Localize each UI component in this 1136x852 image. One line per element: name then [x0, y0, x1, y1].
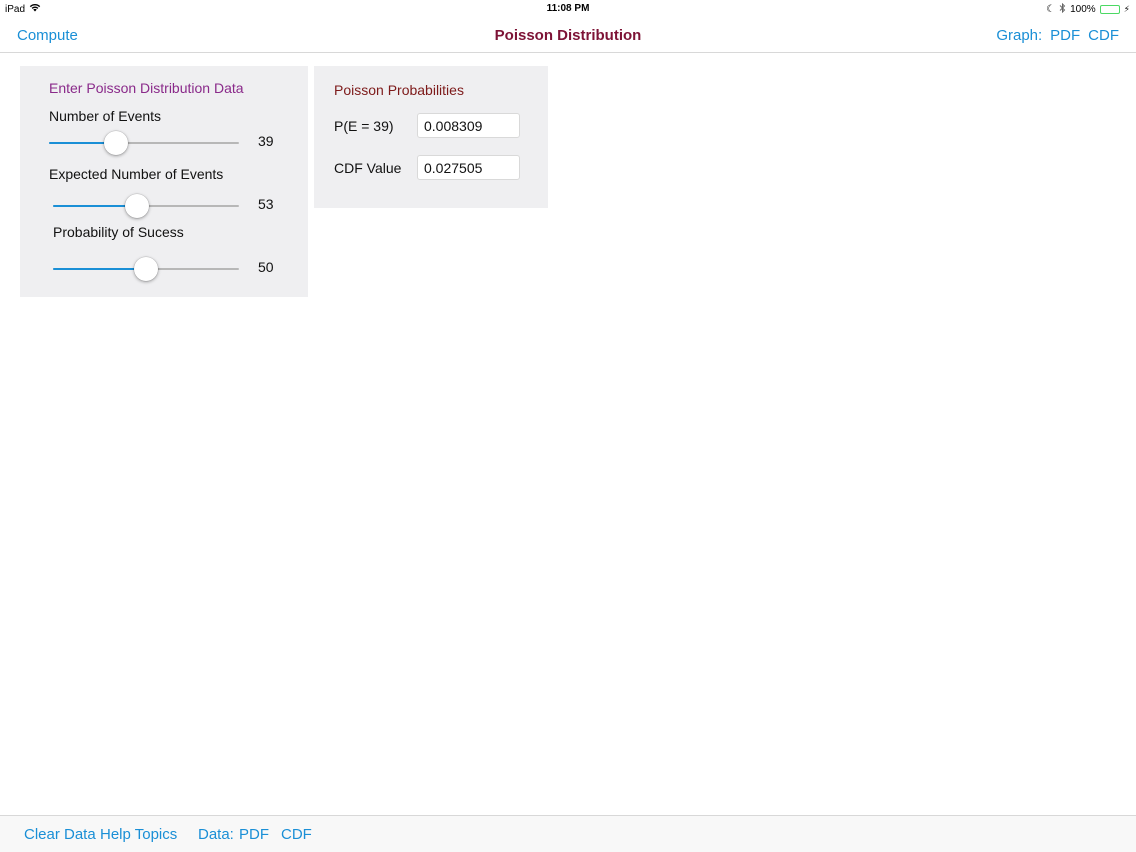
- input-panel-heading: Enter Poisson Distribution Data: [49, 80, 244, 96]
- data-label: Data:: [198, 826, 234, 843]
- battery-icon: [1099, 5, 1120, 14]
- cdf-value-field[interactable]: [417, 155, 520, 180]
- number-of-events-slider[interactable]: [49, 130, 239, 156]
- slider-thumb[interactable]: [134, 257, 158, 281]
- slider-thumb[interactable]: [125, 194, 149, 218]
- slider-label-number-of-events: Number of Events: [49, 108, 162, 124]
- expected-events-slider[interactable]: [53, 193, 239, 219]
- slider-label-expected-events: Expected Number of Events: [49, 166, 224, 182]
- graph-controls: Graph: PDF CDF: [996, 27, 1119, 44]
- navigation-bar: Compute Poisson Distribution Graph: PDF …: [0, 18, 1136, 53]
- clear-data-button[interactable]: Clear Data: [24, 826, 96, 843]
- number-of-events-value: 39: [258, 133, 274, 149]
- bottom-toolbar: Clear Data Help Topics Data: PDF CDF: [0, 815, 1136, 852]
- slider-thumb[interactable]: [104, 131, 128, 155]
- help-topics-button[interactable]: Help Topics: [100, 826, 177, 843]
- pe-value-field[interactable]: [417, 113, 520, 138]
- status-right: ☾ 100% ⚡: [1046, 2, 1130, 16]
- cdf-label: CDF Value: [334, 160, 402, 176]
- charging-icon: ⚡: [1123, 4, 1130, 14]
- status-time: 11:08 PM: [546, 3, 590, 14]
- probability-slider[interactable]: [53, 256, 239, 282]
- graph-pdf-button[interactable]: PDF: [1050, 27, 1080, 44]
- expected-events-value: 53: [258, 196, 274, 212]
- input-panel: Enter Poisson Distribution Data Number o…: [20, 66, 308, 297]
- app-screen: iPad 11:08 PM ☾ 100% ⚡ Compute Poisson D…: [0, 0, 1136, 852]
- data-pdf-button[interactable]: PDF: [239, 826, 269, 843]
- slider-label-probability: Probability of Sucess: [53, 224, 184, 240]
- bluetooth-icon: [1059, 2, 1066, 16]
- page-title: Poisson Distribution: [494, 27, 642, 44]
- data-cdf-button[interactable]: CDF: [281, 826, 312, 843]
- moon-icon: ☾: [1046, 4, 1056, 15]
- output-panel: Poisson Probabilities P(E = 39) CDF Valu…: [314, 66, 548, 208]
- pe-label: P(E = 39): [334, 118, 394, 134]
- status-bar: iPad 11:08 PM ☾ 100% ⚡: [0, 0, 1136, 18]
- graph-cdf-button[interactable]: CDF: [1088, 27, 1119, 44]
- output-panel-heading: Poisson Probabilities: [334, 82, 464, 98]
- graph-label: Graph:: [996, 27, 1043, 44]
- battery-percent: 100%: [1070, 4, 1096, 15]
- probability-value: 50: [258, 259, 274, 275]
